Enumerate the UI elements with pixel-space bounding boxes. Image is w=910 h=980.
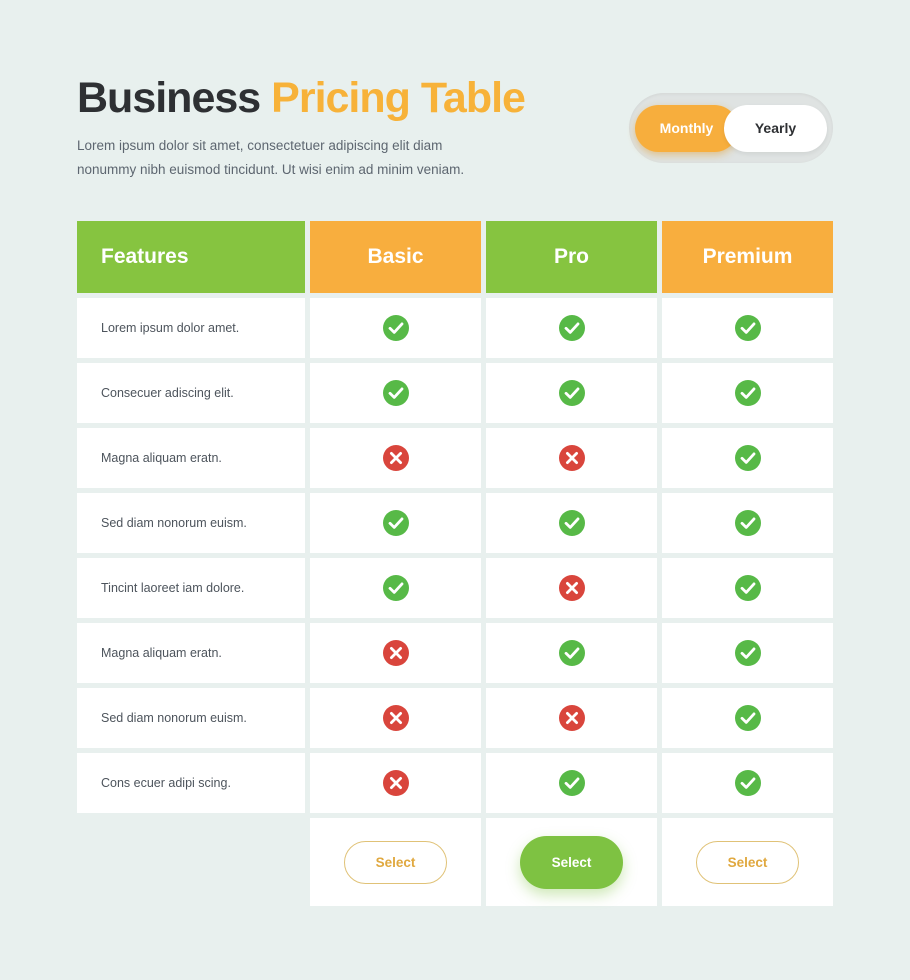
- feature-cell-pro: [486, 363, 657, 423]
- page-title-primary: Business: [77, 74, 261, 122]
- column-header-pro: Pro: [486, 221, 657, 293]
- pricing-table: Features Basic Pro Premium Lorem ipsum d…: [77, 221, 833, 906]
- check-circle-icon: [382, 315, 409, 341]
- table-row: Magna aliquam eratn.: [77, 623, 833, 683]
- check-circle-icon: [382, 575, 409, 601]
- feature-label: Cons ecuer adipi scing.: [77, 753, 305, 813]
- feature-cell-basic: [310, 753, 481, 813]
- feature-cell-pro: [486, 558, 657, 618]
- feature-cell-pro: [486, 493, 657, 553]
- column-header-features: Features: [77, 221, 305, 293]
- table-row: Lorem ipsum dolor amet.: [77, 298, 833, 358]
- toggle-option-yearly[interactable]: Yearly: [724, 104, 827, 152]
- cross-circle-icon: [382, 770, 409, 796]
- check-circle-icon: [734, 510, 761, 536]
- feature-cell-basic: [310, 363, 481, 423]
- table-action-row: Select Select Select: [310, 818, 833, 906]
- feature-label: Magna aliquam eratn.: [77, 428, 305, 488]
- column-header-basic: Basic: [310, 221, 481, 293]
- check-circle-icon: [382, 510, 409, 536]
- action-cell-premium: Select: [662, 818, 833, 906]
- check-circle-icon: [558, 640, 585, 666]
- check-circle-icon: [734, 770, 761, 796]
- feature-cell-premium: [662, 688, 833, 748]
- table-row: Cons ecuer adipi scing.: [77, 753, 833, 813]
- check-circle-icon: [382, 380, 409, 406]
- select-button-pro[interactable]: Select: [520, 835, 623, 889]
- cross-circle-icon: [382, 640, 409, 666]
- check-circle-icon: [558, 510, 585, 536]
- feature-cell-premium: [662, 493, 833, 553]
- page-subtitle: Lorem ipsum dolor sit amet, consectetuer…: [77, 138, 465, 177]
- feature-cell-pro: [486, 623, 657, 683]
- check-circle-icon: [558, 770, 585, 796]
- table-row: Magna aliquam eratn.: [77, 428, 833, 488]
- table-row: Sed diam nonorum euism.: [77, 688, 833, 748]
- select-button-premium[interactable]: Select: [696, 840, 799, 884]
- feature-label: Lorem ipsum dolor amet.: [77, 298, 305, 358]
- feature-label: Sed diam nonorum euism.: [77, 493, 305, 553]
- feature-cell-premium: [662, 363, 833, 423]
- cross-circle-icon: [382, 445, 409, 471]
- action-cell-basic: Select: [310, 818, 481, 906]
- check-circle-icon: [734, 445, 761, 471]
- toggle-option-monthly[interactable]: Monthly: [635, 104, 738, 152]
- feature-label: Sed diam nonorum euism.: [77, 688, 305, 748]
- feature-label: Tincint laoreet iam dolore.: [77, 558, 305, 618]
- feature-label: Magna aliquam eratn.: [77, 623, 305, 683]
- select-button-basic[interactable]: Select: [344, 840, 447, 884]
- check-circle-icon: [734, 705, 761, 731]
- feature-cell-basic: [310, 428, 481, 488]
- feature-cell-basic: [310, 623, 481, 683]
- check-circle-icon: [734, 380, 761, 406]
- feature-cell-pro: [486, 428, 657, 488]
- feature-cell-premium: [662, 623, 833, 683]
- cross-circle-icon: [558, 705, 585, 731]
- billing-period-toggle[interactable]: Monthly Yearly: [629, 93, 833, 163]
- table-row: Tincint laoreet iam dolore.: [77, 558, 833, 618]
- feature-cell-premium: [662, 753, 833, 813]
- feature-cell-pro: [486, 753, 657, 813]
- check-circle-icon: [734, 575, 761, 601]
- table-body: Lorem ipsum dolor amet. Consecuer adiscin…: [77, 298, 833, 813]
- feature-cell-basic: [310, 558, 481, 618]
- check-circle-icon: [734, 640, 761, 666]
- feature-cell-basic: [310, 493, 481, 553]
- action-cell-pro: Select: [486, 818, 657, 906]
- feature-cell-basic: [310, 688, 481, 748]
- check-circle-icon: [558, 315, 585, 341]
- feature-label: Consecuer adiscing elit.: [77, 363, 305, 423]
- page-title-accent: Pricing Table: [271, 74, 526, 122]
- check-circle-icon: [734, 315, 761, 341]
- check-circle-icon: [558, 380, 585, 406]
- table-row: Consecuer adiscing elit.: [77, 363, 833, 423]
- cross-circle-icon: [558, 575, 585, 601]
- feature-cell-basic: [310, 298, 481, 358]
- feature-cell-premium: [662, 558, 833, 618]
- feature-cell-pro: [486, 298, 657, 358]
- cross-circle-icon: [558, 445, 585, 471]
- feature-cell-premium: [662, 428, 833, 488]
- cross-circle-icon: [382, 705, 409, 731]
- table-header-row: Features Basic Pro Premium: [77, 221, 833, 293]
- column-header-premium: Premium: [662, 221, 833, 293]
- feature-cell-pro: [486, 688, 657, 748]
- table-row: Sed diam nonorum euism.: [77, 493, 833, 553]
- feature-cell-premium: [662, 298, 833, 358]
